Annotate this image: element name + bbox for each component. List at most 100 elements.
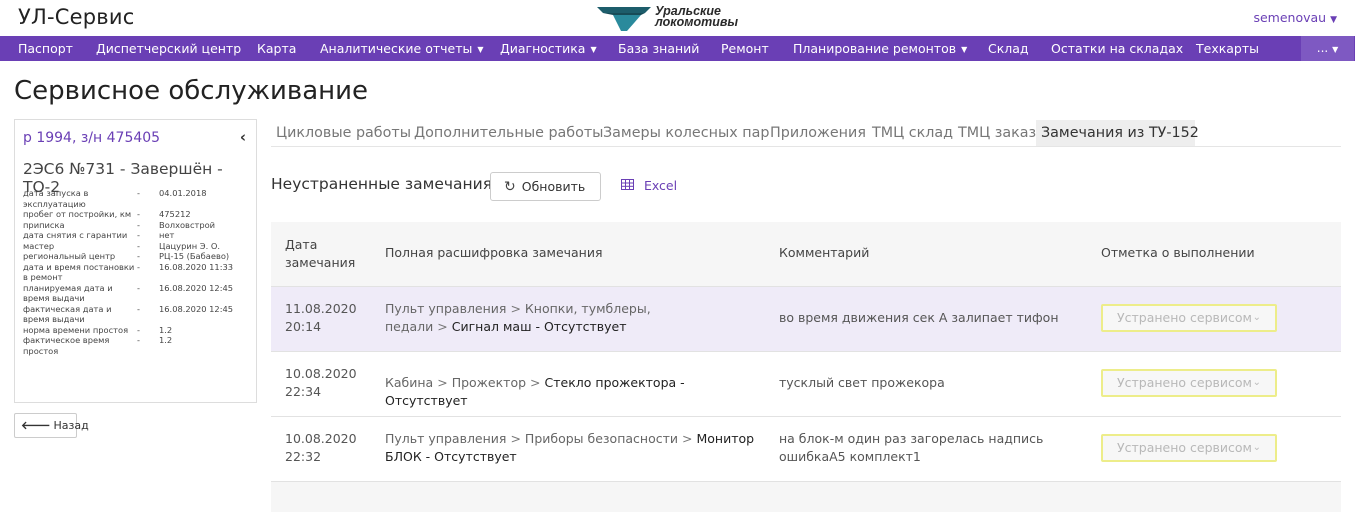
nav-item-0[interactable]: Паспорт [18, 36, 73, 61]
info-key: пробег от постройки, км [23, 209, 132, 219]
nav-item-label: Паспорт [18, 41, 73, 56]
top-bar: УЛ-Сервис Уральские локомотивы semenovau… [0, 0, 1355, 36]
caret-down-icon: ▼ [961, 45, 968, 54]
header-date: Дата замечания [285, 237, 356, 270]
nav-item-label: Планирование ремонтов [793, 41, 957, 56]
section-title: Неустраненные замечания [271, 175, 493, 193]
tab-1[interactable]: Дополнительные работы [409, 120, 603, 146]
info-key: фактическая дата и время выдачи [23, 303, 112, 325]
header-description: Полная расшифровка замечания [385, 245, 603, 260]
nav-item-2[interactable]: Карта [257, 36, 296, 61]
nav-item-5[interactable]: База знаний [618, 36, 699, 61]
nav-item-label: Техкарты [1196, 41, 1260, 56]
completion-status-select[interactable]: Устранено сервисом ⌄ [1101, 304, 1277, 332]
nav-item-1[interactable]: Диспетчерский центр [96, 36, 241, 61]
info-key: приписка [23, 219, 65, 230]
info-key: дата запуска в эксплуатацию [23, 188, 89, 209]
nav-item-10[interactable]: Техкарты [1196, 36, 1259, 61]
info-value: 1.2 [159, 335, 173, 345]
path-final-item: Сигнал маш - Отсутствует [451, 319, 627, 334]
caret-down-icon: ▼ [590, 45, 597, 54]
tab-3[interactable]: Приложения [765, 120, 866, 146]
info-dash: - [137, 219, 140, 230]
info-dash: - [137, 261, 140, 272]
nav-item-7[interactable]: Планирование ремонтов ▼ [793, 36, 967, 61]
info-key: дата и время постановки в ремонт [23, 261, 135, 283]
back-button[interactable]: 🡐 Назад [14, 413, 89, 438]
tab-2[interactable]: Замеры колесных пар [598, 120, 769, 146]
info-dash: - [137, 230, 140, 240]
nav-item-label: Склад [988, 41, 1029, 56]
path-segment: Пульт управления [385, 431, 507, 446]
info-value: Цацурин Э. О. [159, 240, 221, 251]
user-menu[interactable]: semenovau ▼ [1253, 10, 1337, 25]
chevron-right-icon: > [510, 301, 521, 316]
tab-4[interactable]: ТМЦ склад [867, 120, 953, 146]
table-header: Дата замечания Полная расшифровка замечан… [271, 222, 1341, 287]
excel-export-link[interactable]: Excel [621, 178, 677, 193]
info-row: приписка - Волховстрой [23, 220, 251, 231]
path-segment: Пульт управления [385, 301, 507, 316]
chevron-down-icon: ⌄ [1252, 442, 1261, 453]
tab-5[interactable]: ТМЦ заказ [953, 120, 1036, 146]
info-list: дата запуска в эксплуатацию - 04.01.2018 пр… [23, 188, 251, 356]
nav-item-6[interactable]: Ремонт [721, 36, 769, 61]
info-value: 04.01.2018 [159, 188, 207, 198]
info-value: 16.08.2020 12:45 [159, 282, 234, 293]
company-logo: Уральские локомотивы [597, 3, 767, 33]
path-segment: Кабина [385, 375, 434, 390]
nav-item-8[interactable]: Склад [988, 36, 1029, 61]
remarks-table: Дата замечания Полная расшифровка замечан… [271, 222, 1341, 512]
table-row[interactable]: 10.08.2020 22:34 Кабина > Прожектор > Стекло п… [271, 352, 1341, 417]
remark-description: Кабина > Прожектор > Стекло прожектора - Отс… [385, 374, 755, 410]
completion-status-select[interactable]: Устранено сервисом ⌄ [1101, 369, 1277, 397]
nav-item-3[interactable]: Аналитические отчеты ▼ [320, 36, 484, 61]
info-dash: - [137, 303, 140, 314]
tab-6[interactable]: Замечания из ТУ-152 [1036, 120, 1199, 146]
info-dash: - [137, 324, 140, 335]
info-row: региональный центр - РЦ-15 (Бабаево) [23, 251, 251, 262]
nav-item-label: Диагностика [500, 41, 586, 56]
collapse-chevron-icon[interactable]: ‹ [240, 128, 246, 146]
chevron-right-icon: > [437, 319, 448, 334]
app-title[interactable]: УЛ-Сервис [18, 5, 134, 29]
caret-down-icon: ▼ [477, 45, 484, 54]
chevron-right-icon: > [682, 431, 693, 446]
table-row[interactable]: 10.08.2020 22:32 Пульт управления > Приборы … [271, 417, 1341, 482]
remark-datetime: 11.08.2020 20:14 [285, 301, 357, 334]
repair-order-link[interactable]: р 1994, з/н 475405 [23, 130, 160, 146]
info-dash: - [137, 282, 140, 293]
info-key: дата снятия с гарантии [23, 230, 128, 240]
info-row: фактическое время простоя - 1.2 [23, 335, 251, 356]
info-dash: - [137, 335, 140, 345]
nav-item-label: База знаний [618, 41, 700, 56]
remark-comment: во время движения сек А залипает тифон [779, 310, 1059, 325]
info-row: дата снятия с гарантии - нет [23, 230, 251, 241]
info-key: норма времени простоя [23, 324, 129, 335]
nav-item-label: Остатки на складах [1051, 41, 1184, 56]
info-row: дата и время постановки в ремонт- 16.08.2… [23, 262, 251, 283]
info-dash: - [137, 251, 140, 261]
info-dash: - [137, 240, 140, 251]
table-row[interactable]: 11.08.2020 20:14 Пульт управления > Кнопки, … [271, 287, 1341, 352]
table-footer [271, 482, 1341, 512]
chevron-right-icon: > [437, 375, 448, 390]
nav-item-9[interactable]: Остатки на складах [1051, 36, 1183, 61]
info-row: норма времени простоя - 1.2 [23, 325, 251, 336]
completion-status-select[interactable]: Устранено сервисом ⌄ [1101, 434, 1277, 462]
tab-0[interactable]: Цикловые работы [271, 120, 411, 146]
info-row: мастер - Цацурин Э. О. [23, 241, 251, 252]
info-dash: - [137, 209, 140, 219]
refresh-button[interactable]: ↻ Обновить [490, 172, 601, 201]
info-dash: - [137, 188, 140, 198]
remark-datetime: 10.08.2020 22:34 [285, 366, 357, 399]
nav-more-button[interactable]: ... ▼ [1301, 36, 1354, 61]
nav-item-4[interactable]: Диагностика ▼ [500, 36, 597, 61]
table-icon [621, 178, 638, 193]
info-row: дата запуска в эксплуатацию - 04.01.2018 [23, 188, 251, 209]
chevron-down-icon: ⌄ [1252, 377, 1261, 388]
tab-bar: Цикловые работы Дополнительные работы Заме… [271, 120, 1341, 147]
path-segment: Приборы безопасности [524, 431, 679, 446]
info-row: планируемая дата и время выдачи - 16.08.20… [23, 283, 251, 304]
info-value: 16.08.2020 11:33 [159, 261, 234, 272]
